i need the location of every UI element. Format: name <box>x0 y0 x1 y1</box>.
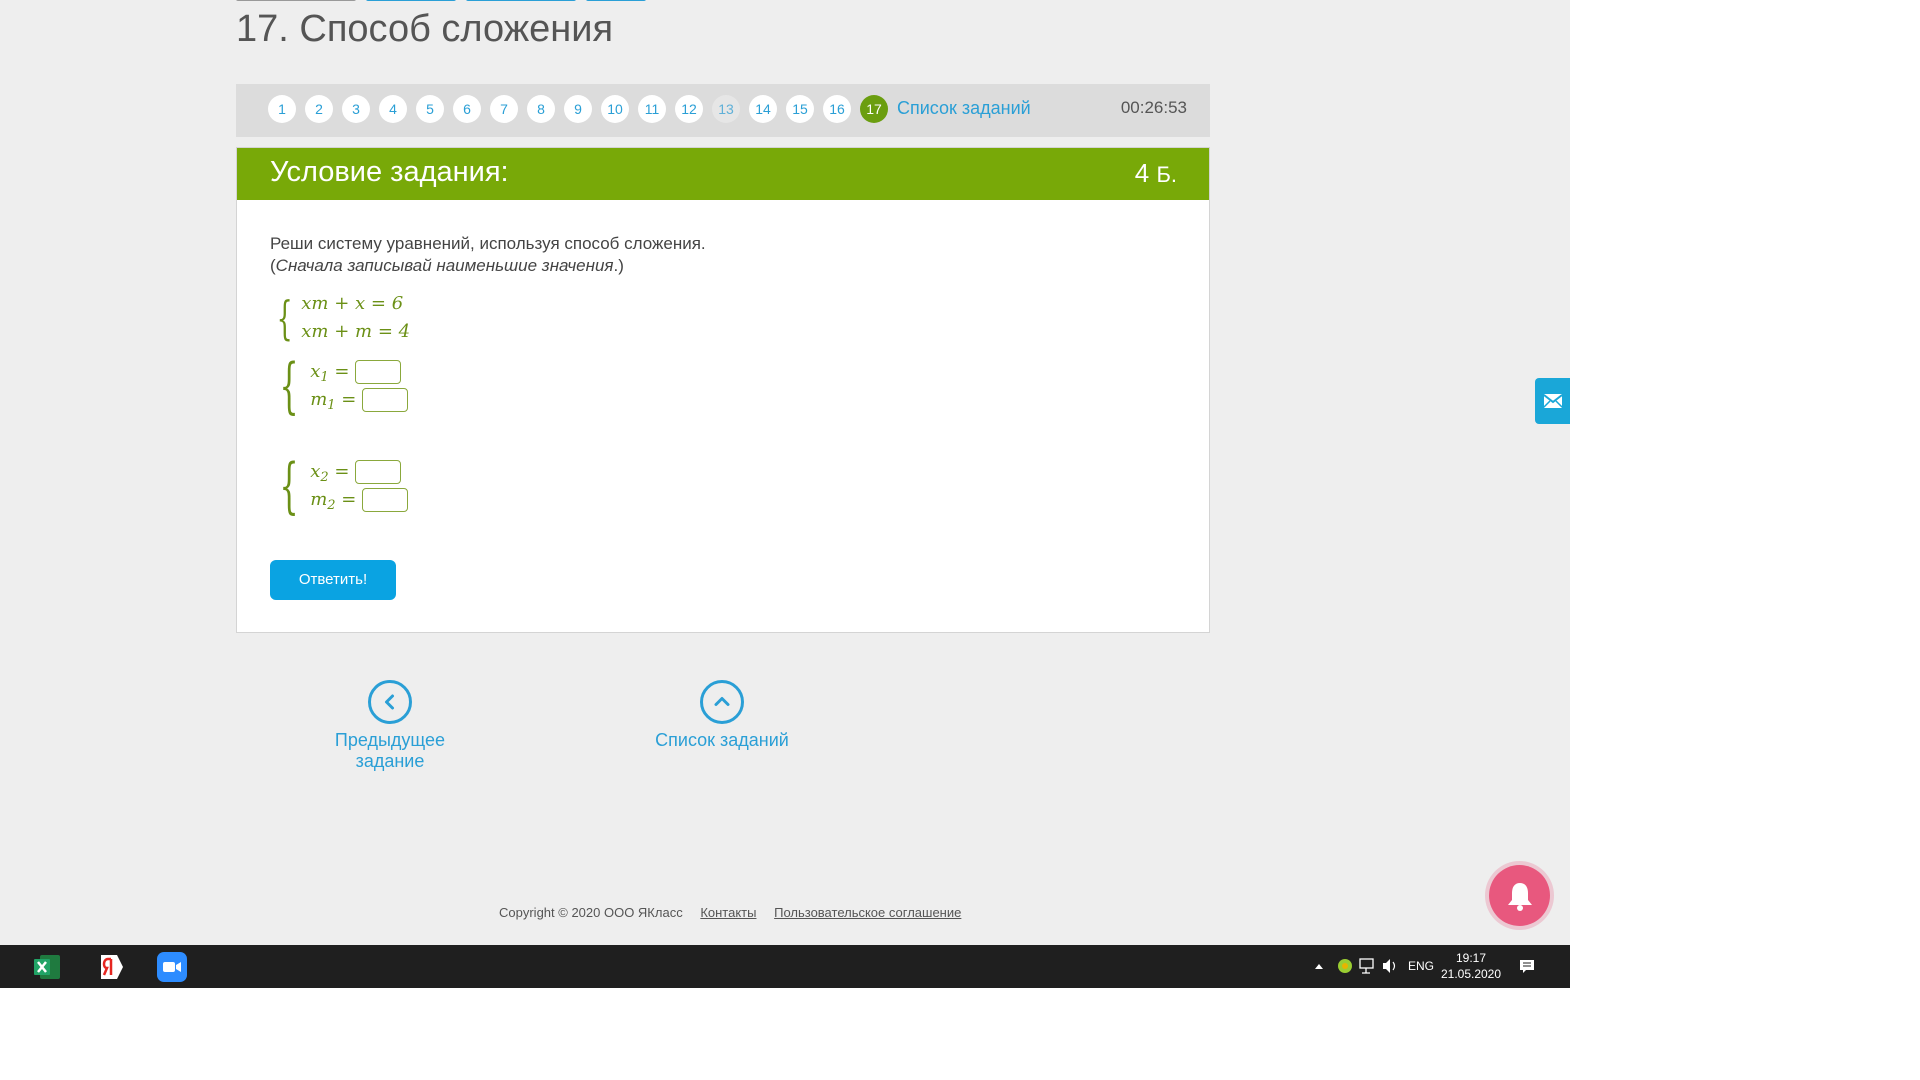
task-number-13[interactable]: 13 <box>712 95 740 123</box>
task-number-3[interactable]: 3 <box>342 95 370 123</box>
subscript: 1 <box>320 370 329 385</box>
taskbar: ENG 19:17 21.05.2020 <box>0 945 1570 988</box>
task-number-14[interactable]: 14 <box>749 95 777 123</box>
equation-system: { xm + x = 6 xm + m = 4 <box>270 290 410 346</box>
task-number-15[interactable]: 15 <box>786 95 814 123</box>
task-number-11[interactable]: 11 <box>638 95 666 123</box>
network-status-icon[interactable] <box>1336 945 1356 988</box>
previous-task-link[interactable]: Предыдущее задание <box>300 680 480 772</box>
task-number-4[interactable]: 4 <box>379 95 407 123</box>
task-navigation: 1 2 3 4 5 6 7 8 9 10 11 12 13 14 15 16 17 Список заданий… <box>236 84 1210 137</box>
task-list-link[interactable]: Список заданий <box>897 98 1031 119</box>
excel-icon[interactable] <box>32 952 62 982</box>
agreement-link[interactable]: Пользовательское соглашение <box>774 905 961 920</box>
task-number-5[interactable]: 5 <box>416 95 444 123</box>
x1-answer-input[interactable] <box>355 360 402 384</box>
task-number-16[interactable]: 16 <box>823 95 851 123</box>
zoom-icon[interactable] <box>157 952 187 982</box>
task-number-12[interactable]: 12 <box>675 95 703 123</box>
points-unit: Б. <box>1156 162 1177 187</box>
notifications-icon[interactable] <box>1518 945 1538 988</box>
clock[interactable]: 19:17 21.05.2020 <box>1438 945 1504 988</box>
footer: Copyright © 2020 ООО ЯКласс Контакты Пол… <box>499 905 961 920</box>
x-label: x <box>310 361 321 382</box>
condition-note: (Сначала записывай наименьшие значения.) <box>270 255 706 277</box>
equals-sign: = <box>334 461 350 482</box>
task-number-1[interactable]: 1 <box>268 95 296 123</box>
task-number-list: 1 2 3 4 5 6 7 8 9 10 11 12 13 14 15 16 17 <box>268 95 897 123</box>
task-number-2[interactable]: 2 <box>305 95 333 123</box>
m1-row: m1 = <box>310 386 409 414</box>
subscript: 1 <box>327 398 336 413</box>
task-number-10[interactable]: 10 <box>601 95 629 123</box>
solution-system-1: { x1 = m1 = <box>270 351 409 421</box>
equals-sign: = <box>341 489 357 510</box>
previous-task-label: Предыдущее задание <box>334 730 446 771</box>
clock-date: 21.05.2020 <box>1440 967 1502 981</box>
task-condition: Реши систему уравнений, используя способ… <box>270 233 706 277</box>
mail-icon[interactable] <box>1535 378 1570 424</box>
task-card: Условие задания: 4 Б. Реши систему уравн… <box>236 147 1210 633</box>
task-header-title: Условие задания: <box>270 156 509 188</box>
x2-answer-input[interactable] <box>355 460 402 484</box>
bell-icon[interactable] <box>1489 865 1550 926</box>
chevron-up-icon[interactable] <box>1313 945 1333 988</box>
x1-row: x1 = <box>310 358 408 386</box>
m-label: m <box>310 389 328 410</box>
copyright: Copyright © 2020 ООО ЯКласс <box>499 905 683 920</box>
task-number-6[interactable]: 6 <box>453 95 481 123</box>
task-list-label: Список заданий <box>655 730 789 750</box>
task-points: 4 Б. <box>1135 158 1177 189</box>
note-paren-close: .) <box>613 256 624 275</box>
m2-answer-input[interactable] <box>362 488 409 512</box>
task-number-9[interactable]: 9 <box>564 95 592 123</box>
task-number-17[interactable]: 17 <box>860 95 888 123</box>
x-label: x <box>310 461 321 482</box>
volume-icon[interactable] <box>1381 945 1401 988</box>
page-title: 17. Способ сложения <box>236 8 614 50</box>
equals-sign: = <box>334 361 350 382</box>
task-number-7[interactable]: 7 <box>490 95 518 123</box>
clock-time: 19:17 <box>1455 951 1487 965</box>
breadcrumb <box>236 0 936 2</box>
network-icon[interactable] <box>1358 945 1378 988</box>
condition-text: Реши систему уравнений, используя способ… <box>270 234 706 253</box>
keyboard-language[interactable]: ENG <box>1408 945 1434 988</box>
brace-icon: { <box>279 351 299 421</box>
m-label: m <box>310 489 328 510</box>
task-list-bottom-link[interactable]: Список заданий <box>647 680 797 751</box>
brace-icon: { <box>279 451 299 521</box>
task-number-8[interactable]: 8 <box>527 95 555 123</box>
brace-icon: { <box>276 291 293 345</box>
subscript: 2 <box>320 470 329 485</box>
yandex-browser-icon[interactable] <box>95 952 125 982</box>
screen: 17. Способ сложения 1 2 3 4 5 6 7 8 9 10 11 12 13 14 1… <box>0 0 1570 988</box>
answer-button[interactable]: Ответить! <box>270 560 396 600</box>
task-header: Условие задания: 4 Б. <box>237 148 1209 200</box>
equation-1: xm + x = 6 <box>301 293 404 314</box>
m1-answer-input[interactable] <box>362 388 409 412</box>
subscript: 2 <box>327 498 336 513</box>
equals-sign: = <box>341 389 357 410</box>
note-italic: Сначала записывай наименьшие значения <box>275 256 614 275</box>
x2-row: x2 = <box>310 458 408 486</box>
solution-system-2: { x2 = m2 = <box>270 451 409 521</box>
points-value: 4 <box>1134 158 1150 188</box>
chevron-up-icon <box>700 680 744 724</box>
chevron-left-icon <box>368 680 412 724</box>
contacts-link[interactable]: Контакты <box>700 905 756 920</box>
equation-2: xm + m = 4 <box>301 321 411 342</box>
m2-row: m2 = <box>310 486 409 514</box>
timer: 00:26:53 <box>1120 98 1187 117</box>
